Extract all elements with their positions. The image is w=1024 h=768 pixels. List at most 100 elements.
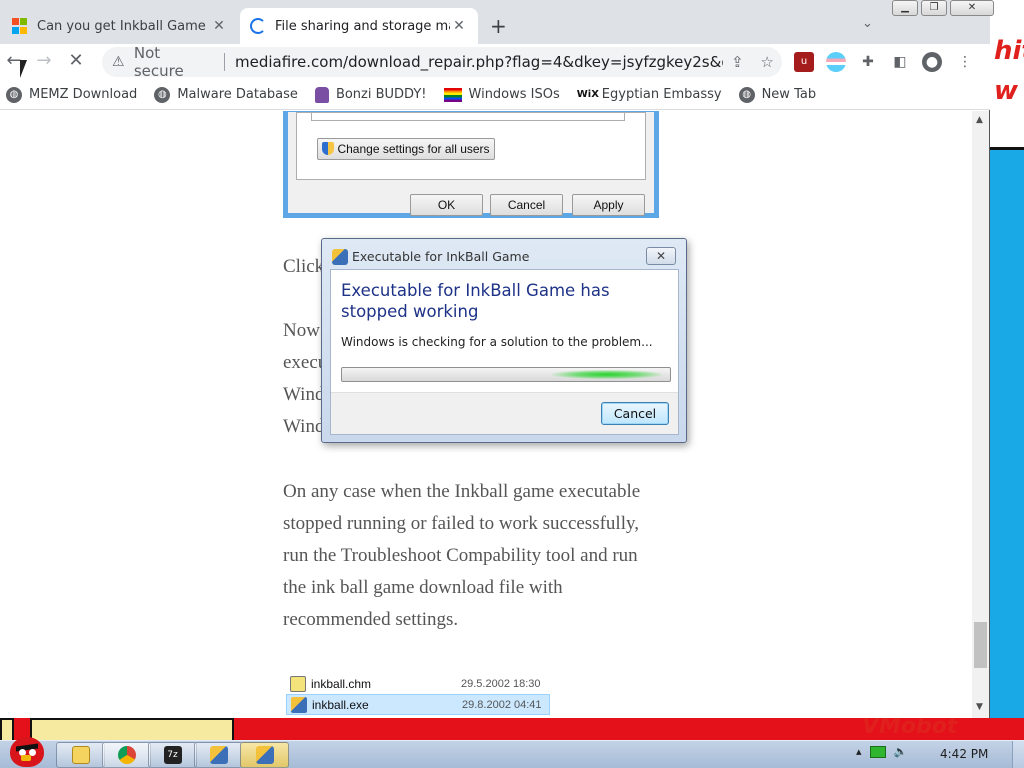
share-icon[interactable]: ⇪ [723,53,753,71]
globe-icon: ◍ [6,86,22,103]
bookmark-label: Windows ISOs [468,87,560,102]
forward-arrow-icon[interactable]: → [32,50,56,74]
chevron-down-icon[interactable]: ⌄ [862,16,873,31]
mouse-cursor [20,60,34,78]
tab-mediafire[interactable]: File sharing and storage made simple ✕ [240,8,478,44]
restore-button[interactable]: ❐ [921,0,947,16]
bird-beak [21,755,31,761]
system-tray: ▴ 🔈 [856,745,907,758]
bookmark-star-icon[interactable]: ☆ [752,53,782,71]
globe-icon: ◍ [154,86,171,103]
wallpaper-panel [990,0,1024,150]
wallpaper-text: w [994,76,1019,106]
paragraph-line: stopped running or failed to work succes… [283,513,639,534]
paragraph-line: Click [283,256,325,277]
tab-inkball-article[interactable]: Can you get Inkball Game for Windows ✕ [2,8,238,44]
extension-icon[interactable] [826,52,846,72]
show-desktop-button[interactable] [1012,741,1024,768]
menu-icon[interactable]: ⋮ [955,52,975,72]
screenshot-apply-button[interactable]: Apply [572,194,645,216]
pride-flag-icon [443,87,462,102]
window-controls: ▁ ❐ ✕ [892,0,994,16]
bookmark-egyptian-embassy[interactable]: WiX Egyptian Embassy [577,87,722,102]
screenshot-panel: Change settings for all users [296,112,646,180]
scroll-down-icon[interactable]: ▼ [976,702,983,712]
dialog-message: Windows is checking for a solution to th… [341,335,653,349]
bookmark-new-tab[interactable]: ◍ New Tab [738,86,816,103]
button-label: Change settings for all users [337,142,490,156]
tab-title: File sharing and storage made simple [275,18,450,34]
close-window-button[interactable]: ✕ [950,0,994,16]
bookmark-label: Malware Database [177,87,298,102]
bookmark-windows-isos[interactable]: Windows ISOs [443,87,560,102]
taskbar-explorer[interactable] [56,742,105,768]
network-icon[interactable] [869,745,886,758]
taskbar-error-dialog[interactable] [240,742,289,768]
wix-icon: WiX [576,89,599,100]
scroll-up-icon[interactable]: ▲ [976,115,983,125]
inkball-icon [209,746,228,764]
tray-expand-icon[interactable]: ▴ [856,745,862,758]
globe-icon: ◍ [738,86,755,103]
warning-icon[interactable]: ⚠ [112,54,130,70]
file-row[interactable]: inkball.exe 29.8.2002 04:41 [286,694,550,715]
dialog-heading: Executable for InkBall Game has stopped … [341,281,610,321]
file-list-screenshot: inkball.chm 29.5.2002 18:30 inkball.exe … [286,673,550,715]
address-bar[interactable]: ⚠ Not secure mediafire.com/download_repa… [102,44,782,80]
dialog-footer: Cancel [331,392,678,434]
bookmarks-bar: ◍ MEMZ Download ◍ Malware Database Bonzi B… [0,80,990,110]
bonzi-icon [314,86,329,103]
marquee-progress-bar [341,367,671,382]
close-tab-icon[interactable]: ✕ [450,18,468,34]
security-label[interactable]: Not secure [134,44,214,80]
angry-bird-icon [10,737,44,767]
taskbar-clock[interactable]: 4:42 PM [940,747,988,761]
loading-spinner-icon [250,18,266,34]
taskbar-7zip[interactable]: 7z [148,742,197,768]
bookmark-label: Egyptian Embassy [601,87,722,102]
change-settings-button[interactable]: Change settings for all users [317,138,495,160]
taskbar-chrome[interactable] [102,742,151,768]
page-scrollbar[interactable]: ▲ ▼ [972,111,989,718]
bookmark-memz[interactable]: ◍ MEMZ Download [6,86,138,103]
side-panel-icon[interactable]: ◧ [890,52,910,72]
speaker-icon[interactable]: 🔈 [894,745,908,758]
file-date: 29.8.2002 04:41 [462,698,542,711]
start-button[interactable] [4,731,48,768]
minimize-button[interactable]: ▁ [892,0,918,16]
file-row[interactable]: inkball.chm 29.5.2002 18:30 [286,673,550,694]
dialog-title: Executable for InkBall Game [352,249,530,264]
wallpaper-text: hit [994,36,1024,66]
bookmark-malware-database[interactable]: ◍ Malware Database [154,86,298,103]
screenshot-ok-button[interactable]: OK [410,194,483,216]
bookmark-bonzi[interactable]: Bonzi BUDDY! [314,86,427,103]
inkball-icon [332,249,348,265]
paragraph-line: Wind [283,384,325,405]
scroll-thumb[interactable] [974,622,987,668]
wallpaper-shape [30,718,234,740]
microsoft-icon [12,18,28,34]
taskbar-inkball[interactable] [194,742,243,768]
profile-icon[interactable]: ● [922,52,942,72]
stop-loading-icon[interactable]: ✕ [64,50,88,74]
dialog-cancel-button[interactable]: Cancel [601,402,669,425]
paragraph-line: Now [283,320,320,341]
file-name: inkball.chm [311,676,372,691]
tab-strip: Can you get Inkball Game for Windows ✕ F… [0,0,994,44]
new-tab-icon[interactable]: + [490,14,507,38]
dialog-close-button[interactable]: ✕ [646,247,676,265]
paragraph-line: recommended settings. [283,609,459,630]
close-tab-icon[interactable]: ✕ [210,18,228,34]
bookmark-label: MEMZ Download [29,87,138,102]
divider [224,53,226,71]
puzzle-icon[interactable]: ✚ [858,52,878,72]
url-text[interactable]: mediafire.com/download_repair.php?flag=4… [235,53,723,71]
help-file-icon [290,675,306,692]
bookmark-label: Bonzi BUDDY! [335,87,427,102]
inkball-icon [255,746,274,764]
ublock-icon[interactable]: u [794,52,814,72]
progress-marquee [552,370,662,379]
folder-icon [71,746,90,764]
screenshot-field [311,113,625,121]
screenshot-cancel-button[interactable]: Cancel [490,194,563,216]
